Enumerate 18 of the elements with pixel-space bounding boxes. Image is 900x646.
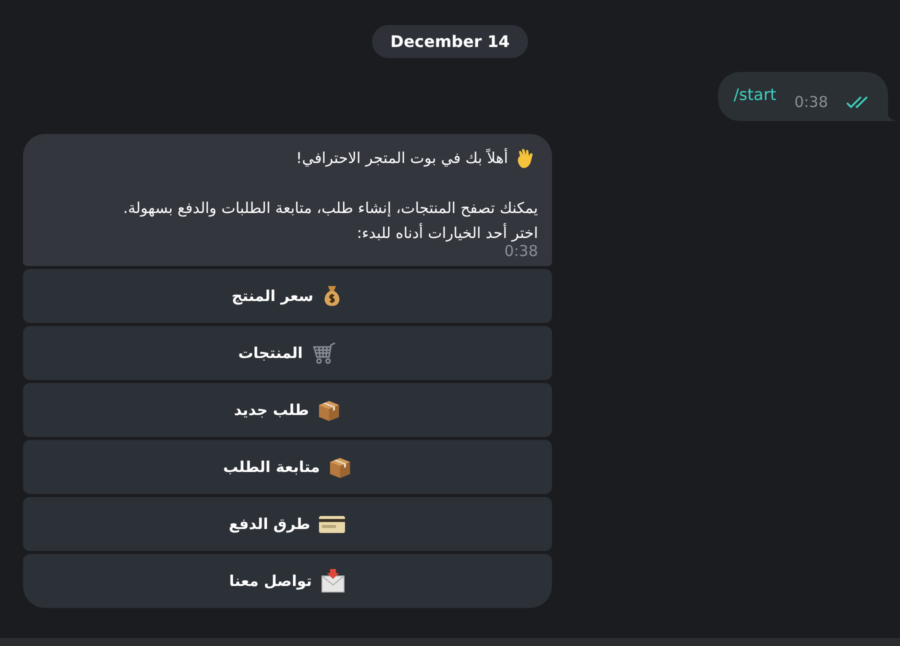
keyboard-button[interactable]: المنتجات: [23, 326, 552, 380]
message-text: اختر أحد الخيارات أدناه للبدء:: [356, 222, 538, 244]
message-time: 0:38: [503, 242, 538, 260]
cart-icon: [310, 341, 337, 365]
keyboard-button[interactable]: طلب جديد: [23, 383, 552, 437]
keyboard-button[interactable]: طرق الدفع: [23, 497, 552, 551]
message-time: 0:38: [794, 92, 828, 110]
message-text: أهلاً بك في بوت المتجر الاحترافي!: [296, 147, 508, 169]
message-text: يمكنك تصفح المنتجات، إنشاء طلب، متابعة الطلبات والدفع بسهولة.: [123, 198, 538, 219]
keyboard-button[interactable]: سعر المنتج: [23, 269, 552, 323]
package-icon: [328, 455, 352, 479]
keyboard-button[interactable]: متابعة الطلب: [23, 440, 552, 494]
command-text: /start: [734, 85, 776, 104]
credit-card-icon: [318, 514, 346, 534]
date-badge: December 14: [372, 25, 528, 58]
package-icon: [317, 398, 342, 422]
envelope-icon: [320, 568, 346, 594]
keyboard-button[interactable]: تواصل معنا: [23, 554, 552, 608]
